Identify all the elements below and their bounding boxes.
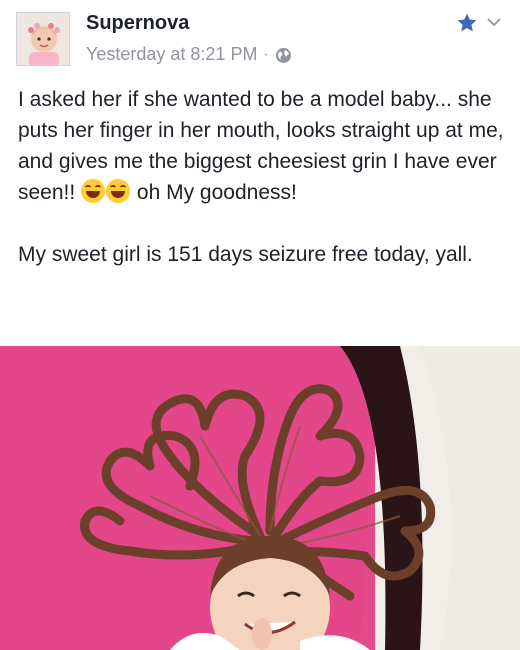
post-meta: Yesterday at 8:21 PM · bbox=[86, 44, 292, 65]
post-text-line-1-after: oh My goodness! bbox=[136, 181, 297, 204]
avatar[interactable] bbox=[16, 12, 70, 66]
post-paragraph-2: My sweet girl is 151 days seizure free t… bbox=[18, 243, 473, 266]
meta-separator: · bbox=[263, 45, 269, 63]
globe-icon[interactable] bbox=[275, 47, 292, 64]
chevron-down-icon[interactable] bbox=[486, 16, 502, 28]
author-name[interactable]: Supernova bbox=[86, 12, 189, 35]
post-text: I asked her if she wanted to be a model … bbox=[18, 84, 508, 270]
laughing-emoji-icon bbox=[106, 179, 131, 203]
timestamp[interactable]: Yesterday at 8:21 PM bbox=[86, 44, 257, 65]
post-header: Supernova Yesterday at 8:21 PM · bbox=[0, 0, 520, 76]
post-paragraph: I asked her if she wanted to be a model … bbox=[18, 84, 508, 208]
post-photo[interactable] bbox=[0, 346, 520, 650]
star-icon[interactable] bbox=[456, 12, 478, 34]
baby-photo-image bbox=[0, 346, 520, 650]
laughing-emoji-icon bbox=[81, 179, 106, 203]
